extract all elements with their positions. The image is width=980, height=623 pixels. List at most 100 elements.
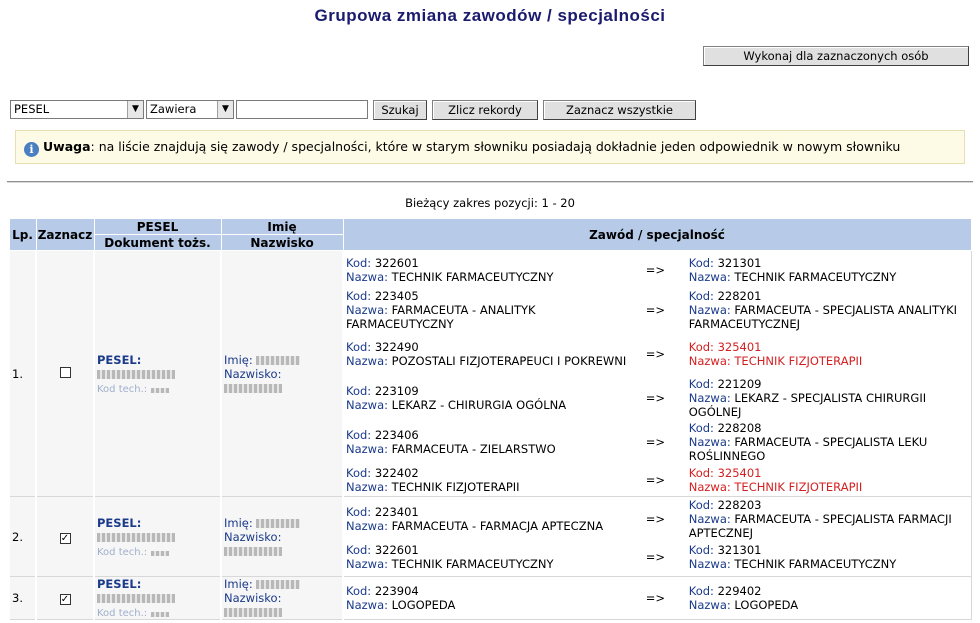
header-name: Imię xyxy=(220,218,344,235)
occupation-mapping: Kod: 322402 Nazwa: TECHNIK FIZJOTERAPII … xyxy=(346,464,969,496)
pesel-value-masked xyxy=(97,532,175,542)
nazwa-label: Nazwa: xyxy=(688,480,731,494)
new-occupation: Kod: 321301 Nazwa: TECHNIK FARMACEUTYCZN… xyxy=(689,543,969,571)
kod-label: Kod: xyxy=(688,466,714,480)
search-input[interactable] xyxy=(236,100,368,119)
nazwa-label: Nazwa: xyxy=(688,556,731,571)
pesel-cell: PESEL: Kod tech.: xyxy=(93,496,222,577)
arrow-icon: => xyxy=(645,511,666,526)
new-code: 321301 xyxy=(717,255,762,270)
kod-tech-masked xyxy=(150,550,169,556)
old-occupation: Kod: 322601 Nazwa: TECHNIK FARMACEUTYCZN… xyxy=(346,256,644,284)
nazwa-label: Nazwa: xyxy=(346,269,389,284)
kod-tech-label: Kod tech.: xyxy=(97,383,148,395)
table-row: 3. ✓ PESEL: Kod tech.: Imię: Nazwisko: K… xyxy=(8,576,972,620)
row-number: 1. xyxy=(8,250,37,497)
kod-tech-masked xyxy=(150,387,169,393)
old-name: FARMACEUTA - ZIELARSTWO xyxy=(391,442,556,456)
old-occupation: Kod: 223904 Nazwa: LOGOPEDA xyxy=(346,584,644,612)
nazwa-label: Nazwa: xyxy=(346,480,389,494)
new-code: 325401 xyxy=(717,466,762,480)
new-code: 228201 xyxy=(717,289,762,303)
nazwa-label: Nazwa: xyxy=(346,398,389,412)
occupation-mapping: Kod: 223904 Nazwa: LOGOPEDA => Kod: 2294… xyxy=(346,583,969,613)
kod-label: Kod: xyxy=(688,255,714,270)
nazwa-label: Nazwa: xyxy=(346,354,389,368)
new-name: TECHNIK FIZJOTERAPII xyxy=(734,354,863,368)
kod-label: Kod: xyxy=(688,584,714,598)
arrow-icon: => xyxy=(645,435,666,449)
occupation-mapping: Kod: 223406 Nazwa: FARMACEUTA - ZIELARST… xyxy=(346,420,969,464)
new-occupation: Kod: 221209 Nazwa: LEKARZ - SPECJALISTA … xyxy=(689,377,969,419)
old-name: FARMACEUTA - FARMACJA APTECZNA xyxy=(391,518,604,533)
pesel-cell: PESEL: Kod tech.: xyxy=(93,250,222,497)
range-info: Bieżący zakres pozycji: 1 - 20 xyxy=(405,196,575,210)
occupation-mapping: Kod: 322490 Nazwa: POZOSTALI FIZJOTERAPE… xyxy=(346,332,969,376)
pesel-value-masked xyxy=(97,369,175,379)
old-name: TECHNIK FIZJOTERAPII xyxy=(391,480,520,494)
nazwa-label: Nazwa: xyxy=(346,442,389,456)
arrow-icon: => xyxy=(645,591,666,605)
records-table: Lp. Zaznacz PESEL Imię Zawód / specjalno… xyxy=(8,218,972,620)
row-checkbox[interactable] xyxy=(59,366,71,378)
new-name: TECHNIK FIZJOTERAPII xyxy=(734,480,863,494)
condition-select[interactable]: Zawiera ▼ xyxy=(146,100,234,119)
surname-masked xyxy=(224,546,282,556)
old-code: 322601 xyxy=(374,255,419,270)
divider xyxy=(7,181,973,183)
field-select[interactable]: PESEL ▼ xyxy=(10,100,144,119)
row-checkbox[interactable]: ✓ xyxy=(59,594,71,605)
kod-label: Kod: xyxy=(688,377,714,391)
occupation-mapping: Kod: 322601 Nazwa: TECHNIK FARMACEUTYCZN… xyxy=(346,539,969,575)
old-code: 223406 xyxy=(374,428,419,442)
arrow-icon: => xyxy=(645,549,666,564)
new-code: 228208 xyxy=(717,421,762,435)
nazwa-label: Nazwa: xyxy=(688,435,731,449)
chevron-down-icon[interactable]: ▼ xyxy=(217,101,233,118)
execute-for-selected-button[interactable]: Wykonaj dla zaznaczonych osób xyxy=(703,46,969,66)
row-select-cell xyxy=(35,250,95,497)
old-name: TECHNIK FARMACEUTYCZNY xyxy=(391,556,554,571)
old-name: POZOSTALI FIZJOTERAPEUCI I POKREWNI xyxy=(391,354,627,368)
new-code: 221209 xyxy=(717,377,762,391)
old-name: LEKARZ - CHIRURGIA OGÓLNA xyxy=(391,398,567,412)
header-surname: Nazwisko xyxy=(220,234,344,251)
new-occupation: Kod: 229402 Nazwa: LOGOPEDA xyxy=(689,584,969,612)
occupation-cell: Kod: 223401 Nazwa: FARMACEUTA - FARMACJA… xyxy=(342,496,972,577)
chevron-down-icon[interactable]: ▼ xyxy=(127,101,143,118)
nazwa-label: Nazwa: xyxy=(346,598,389,612)
new-name: TECHNIK FARMACEUTYCZNY xyxy=(734,556,897,571)
kod-tech-label: Kod tech.: xyxy=(97,546,148,558)
kod-label: Kod: xyxy=(346,542,372,557)
old-code: 223405 xyxy=(374,289,419,303)
select-all-button[interactable]: Zaznacz wszystkie xyxy=(543,100,696,120)
pesel-label: PESEL: xyxy=(97,577,142,591)
kod-label: Kod: xyxy=(346,255,372,270)
header-occupation: Zawód / specjalność xyxy=(342,218,972,251)
pesel-label: PESEL: xyxy=(97,352,142,367)
nazwisko-label: Nazwisko: xyxy=(224,529,282,544)
nazwa-label: Nazwa: xyxy=(688,269,731,284)
kod-label: Kod: xyxy=(346,584,372,598)
old-occupation: Kod: 322490 Nazwa: POZOSTALI FIZJOTERAPE… xyxy=(346,340,644,368)
old-occupation: Kod: 223406 Nazwa: FARMACEUTA - ZIELARST… xyxy=(346,428,644,456)
old-occupation: Kod: 223401 Nazwa: FARMACEUTA - FARMACJA… xyxy=(346,505,644,533)
pesel-label: PESEL: xyxy=(97,515,142,530)
new-occupation: Kod: 228201 Nazwa: FARMACEUTA - SPECJALI… xyxy=(689,289,969,331)
kod-label: Kod: xyxy=(688,542,714,557)
count-records-button[interactable]: Zlicz rekordy xyxy=(432,100,538,120)
row-checkbox[interactable]: ✓ xyxy=(59,532,71,544)
surname-masked xyxy=(224,383,282,393)
header-document: Dokument tożs. xyxy=(93,234,222,251)
name-cell: Imię: Nazwisko: xyxy=(220,250,344,497)
kod-label: Kod: xyxy=(688,340,714,354)
old-name: TECHNIK FARMACEUTYCZNY xyxy=(391,269,554,284)
search-button[interactable]: Szukaj xyxy=(373,100,427,120)
occupation-mapping: Kod: 223401 Nazwa: FARMACEUTA - FARMACJA… xyxy=(346,498,969,540)
new-occupation: Kod: 228208 Nazwa: FARMACEUTA - SPECJALI… xyxy=(689,421,969,463)
kod-label: Kod: xyxy=(346,428,372,442)
condition-select-value: Zawiera xyxy=(150,102,197,116)
row-select-cell: ✓ xyxy=(35,576,95,620)
nazwisko-label: Nazwisko: xyxy=(224,366,282,381)
arrow-icon: => xyxy=(645,473,666,487)
